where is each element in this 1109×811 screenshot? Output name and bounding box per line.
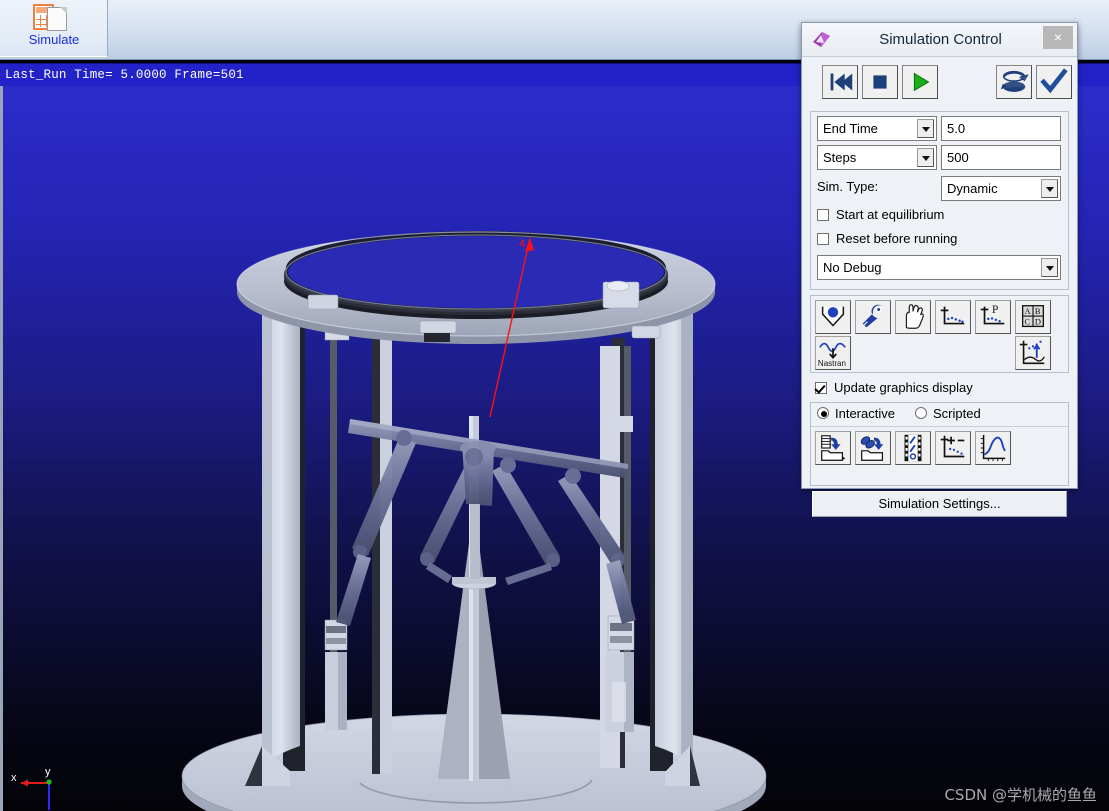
linear-modes-icon (1016, 337, 1050, 369)
plot-curve-button[interactable] (975, 431, 1011, 465)
dialog-title-bar[interactable]: Simulation Control × (802, 23, 1077, 57)
load-results-file-button[interactable] (815, 431, 851, 465)
steps-input[interactable]: 500 (941, 145, 1061, 170)
svg-text:C: C (1025, 317, 1031, 327)
nastran-export-button[interactable]: Nastran (815, 336, 851, 370)
animation-button[interactable] (895, 431, 931, 465)
play-button[interactable] (902, 65, 938, 99)
chevron-down-icon[interactable] (1041, 179, 1058, 198)
manual-button[interactable] (895, 300, 931, 334)
results-button[interactable] (935, 300, 971, 334)
end-time-label: End Time (823, 121, 878, 136)
checkmark-icon (1037, 66, 1071, 98)
simulation-settings-button[interactable]: Simulation Settings... (812, 491, 1067, 517)
reset-before-running-row[interactable]: Reset before running (815, 229, 1064, 255)
tab-simulate-label: Simulate (0, 32, 108, 47)
svg-text:4: 4 (519, 238, 525, 250)
application-window: Simulate Last_Run Time= 5.0000 Frame=501 (0, 0, 1109, 811)
load-animation-button[interactable] (855, 431, 891, 465)
nastran-export-icon: Nastran (816, 337, 850, 369)
calculator-document-icon (33, 3, 75, 31)
debug-row: No Debug (815, 255, 1064, 283)
mode-scripted-label: Scripted (933, 406, 981, 421)
reset-button[interactable] (996, 65, 1032, 99)
state-matrices-button[interactable]: A B C D (1015, 300, 1051, 334)
tab-simulate[interactable]: Simulate (0, 0, 108, 57)
svg-text:B: B (1035, 306, 1041, 316)
reset-loop-icon (997, 66, 1031, 98)
p-results-button[interactable]: P (975, 300, 1011, 334)
end-time-input[interactable]: 5.0 (941, 116, 1061, 141)
axis-y-label: y (45, 766, 51, 778)
mode-radio-row: Interactive Scripted (811, 403, 1068, 427)
start-at-equilibrium-row[interactable]: Start at equilibrium (815, 205, 1064, 229)
debug-value: No Debug (823, 260, 882, 275)
close-icon[interactable]: × (1043, 26, 1073, 49)
linear-modes-button[interactable] (1015, 336, 1051, 370)
abcd-table-icon: A B C D (1016, 301, 1050, 333)
steps-row: Steps 500 (815, 145, 1064, 172)
wrench-icon (856, 301, 890, 333)
chevron-down-icon[interactable] (1041, 258, 1058, 277)
delta-results-button[interactable] (935, 431, 971, 465)
dialog-title: Simulation Control (802, 23, 1079, 57)
update-graphics-checkbox[interactable] (815, 382, 827, 394)
rewind-icon (823, 66, 857, 98)
parameters-group: End Time 5.0 Steps 500 Sim. Type: Dyna (810, 111, 1069, 290)
svg-text:P: P (992, 304, 998, 316)
rewind-to-start-button[interactable] (822, 65, 858, 99)
debug-selector[interactable]: No Debug (817, 255, 1061, 280)
reset-before-running-label: Reset before running (836, 231, 957, 246)
mode-interactive-label: Interactive (835, 406, 895, 421)
adjust-button[interactable] (855, 300, 891, 334)
stop-button[interactable] (862, 65, 898, 99)
update-graphics-label: Update graphics display (834, 380, 973, 395)
steps-selector[interactable]: Steps (817, 145, 937, 170)
reset-before-running-checkbox[interactable] (817, 233, 829, 245)
start-at-equilibrium-checkbox[interactable] (817, 209, 829, 221)
mode-scripted-radio[interactable] (915, 407, 927, 419)
axis-x-label: x (11, 772, 17, 784)
svg-text:D: D (1035, 317, 1041, 327)
tool-icon-group: P A B C D (810, 295, 1069, 373)
play-triangle-icon (903, 66, 937, 98)
equilibrium-icon (816, 301, 850, 333)
sim-type-value: Dynamic (947, 181, 998, 196)
plot-points-icon (936, 301, 970, 333)
watermark-text: CSDN @学机械的鱼鱼 (944, 784, 1097, 805)
axis-triad: x y (5, 763, 67, 811)
svg-text:A: A (1025, 306, 1032, 316)
hand-manual-icon (896, 301, 930, 333)
mode-interactive-radio[interactable] (817, 407, 829, 419)
end-time-selector[interactable]: End Time (817, 116, 937, 141)
sim-type-selector[interactable]: Dynamic (941, 176, 1061, 201)
dialog-body: End Time 5.0 Steps 500 Sim. Type: Dyna (802, 57, 1077, 517)
transport-controls (810, 65, 1069, 105)
mode-group: Interactive Scripted (810, 402, 1069, 486)
equilibrium-button[interactable] (815, 300, 851, 334)
sim-type-label: Sim. Type: (817, 179, 878, 194)
plot-p-icon: P (976, 301, 1010, 333)
load-animation-icon (856, 432, 890, 464)
nastran-caption: Nastran (818, 359, 846, 368)
end-time-row: End Time 5.0 (815, 116, 1064, 143)
plus-minus-plot-icon (936, 432, 970, 464)
start-at-equilibrium-label: Start at equilibrium (836, 207, 944, 222)
sim-type-row: Sim. Type: Dynamic (815, 174, 1064, 203)
stop-square-icon (863, 66, 897, 98)
simulation-control-dialog: Simulation Control × (801, 22, 1078, 489)
update-graphics-row[interactable]: Update graphics display (813, 378, 1069, 402)
animation-film-icon (896, 432, 930, 464)
curve-plot-icon (976, 432, 1010, 464)
steps-label: Steps (823, 150, 856, 165)
chevron-down-icon[interactable] (917, 148, 934, 167)
load-results-file-icon (816, 432, 850, 464)
apply-button[interactable] (1036, 65, 1072, 99)
chevron-down-icon[interactable] (917, 119, 934, 138)
